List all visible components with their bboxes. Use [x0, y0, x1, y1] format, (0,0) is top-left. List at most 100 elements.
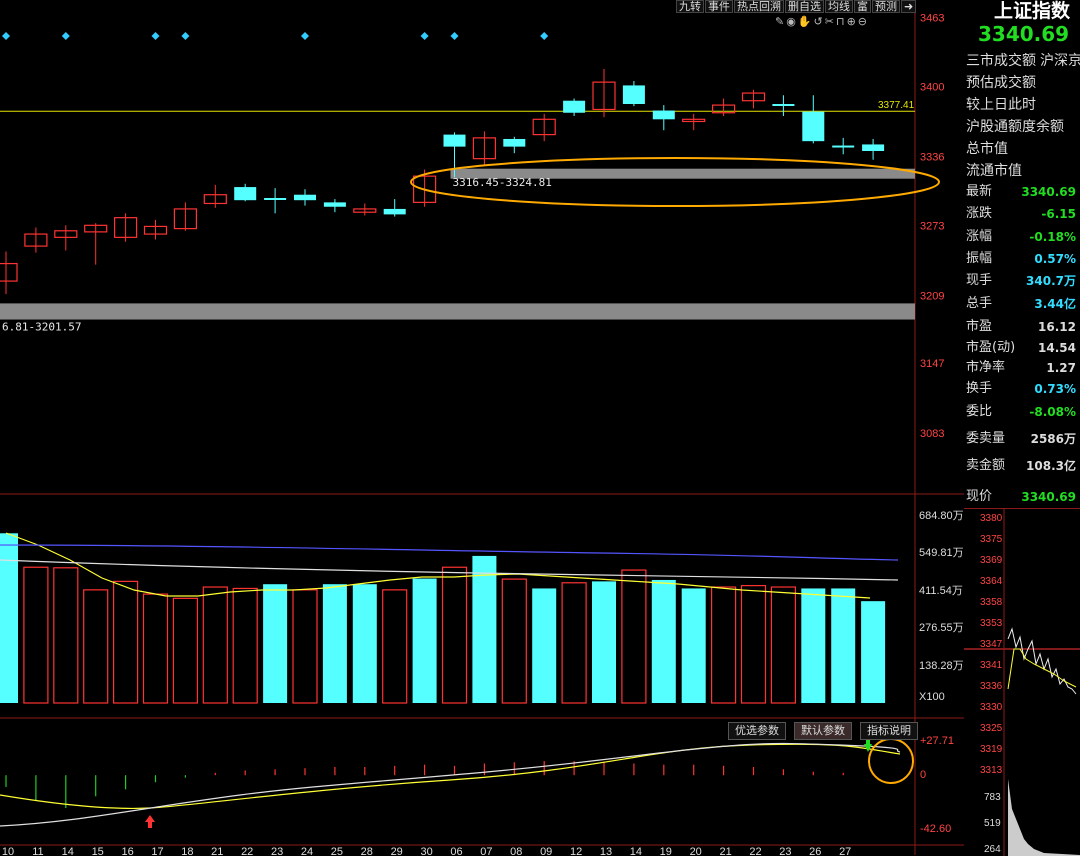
quote-stat-row: 总手 3.44亿 [966, 295, 1078, 313]
quote-stat-value: 0.57% [1034, 252, 1076, 266]
x-axis-label: 14 [630, 846, 642, 855]
x-axis-label: 28 [361, 846, 373, 855]
pen-icon[interactable]: ✎ [775, 15, 786, 28]
quote-stat-label: 市盈 [966, 319, 993, 334]
volume-tick-label: 138.28万 [919, 660, 964, 672]
zoom-out-icon[interactable]: ⊖ [858, 15, 869, 28]
quote-stat-row: 最新 3340.69 [966, 183, 1078, 201]
quote-stat-value: 3340.69 [1021, 185, 1076, 199]
quote-stat-value: -8.08% [1029, 405, 1076, 419]
x-axis-label: 26 [809, 846, 821, 855]
volume-bar [382, 589, 408, 704]
volume-bar [292, 589, 318, 704]
macd-tick-label: -42.60 [920, 823, 951, 835]
sidebar-menu-item[interactable]: 较上日此时 [966, 96, 1078, 114]
zoom-in-icon[interactable]: ⊕ [847, 15, 858, 28]
indicator-help-button[interactable]: 指标说明 [860, 722, 918, 740]
gap-zone [0, 303, 915, 320]
x-axis-label: 21 [719, 846, 731, 855]
volume-bar [621, 569, 647, 704]
volume-bar [202, 586, 228, 704]
sidebar-menu-item[interactable]: 总市值 [966, 140, 1078, 158]
x-axis-label: 14 [62, 846, 74, 855]
quote-stat-row: 振幅 0.57% [966, 250, 1078, 268]
sidebar-menu-item[interactable]: 流通市值 [966, 162, 1078, 180]
sidebar-menu-item[interactable]: 沪深京 [1040, 52, 1080, 70]
volume-bar [801, 588, 826, 703]
buy-arrow-icon [145, 815, 155, 828]
candle-body [443, 134, 466, 147]
toolbar-jiuzhuan[interactable]: 九转 [676, 0, 704, 13]
index-price: 3340.69 [978, 22, 1070, 46]
event-marker-icon [61, 32, 70, 40]
toolbar-events[interactable]: 事件 [705, 0, 733, 13]
eye-icon[interactable]: ◉ [786, 15, 798, 28]
price-tick-label: 3400 [920, 82, 944, 94]
quote-stat-row: 市净率 1.27 [966, 359, 1078, 377]
volume-bar [142, 593, 169, 704]
volume-bar [172, 597, 198, 704]
scissors-icon[interactable]: ✂ [825, 15, 836, 28]
candle-body [264, 198, 287, 200]
quote-stat-value: -6.15 [1041, 207, 1076, 221]
candle-body [772, 104, 795, 106]
default-params-button[interactable]: 默认参数 [794, 722, 852, 740]
toolbar-moving-average[interactable]: 均线 [825, 0, 853, 13]
x-axis-label: 09 [540, 846, 552, 855]
quote-stat-label: 市盈(动) [966, 340, 1016, 355]
undo-icon[interactable]: ↺ [814, 15, 825, 28]
quote-stat-row: 卖金额 108.3亿 [966, 457, 1078, 475]
macd-tick-label: 0 [920, 769, 926, 781]
quote-stat-row: 现手 340.7万 [966, 272, 1078, 290]
quote-stat-label: 涨跌 [966, 206, 993, 221]
x-axis-label: 20 [690, 846, 702, 855]
volume-bar [83, 589, 109, 704]
volume-bar [472, 555, 497, 703]
sidebar-menu-item[interactable]: 沪股通额度余额 [966, 118, 1078, 136]
lock-icon[interactable]: ⊓ [836, 15, 847, 28]
x-axis-label: 24 [301, 846, 313, 855]
optimal-params-button[interactable]: 优选参数 [728, 722, 786, 740]
x-axis-label: 25 [331, 846, 343, 855]
candle-body [0, 262, 18, 282]
toolbar-forecast[interactable]: 预测 [872, 0, 900, 13]
price-tick-label: 3147 [920, 358, 944, 370]
quote-stat-value: 3.44亿 [1034, 297, 1076, 311]
toolbar-remove-watchlist[interactable]: 删自选 [785, 0, 824, 13]
x-axis-label: 12 [570, 846, 582, 855]
quote-stat-row: 涨幅 -0.18% [966, 228, 1078, 246]
exit-icon[interactable]: ➜ [901, 0, 917, 13]
toolbar-window[interactable]: 富 [854, 0, 871, 13]
sidebar-menu-item[interactable]: 预估成交额 [966, 74, 1078, 92]
volume-bar [592, 581, 616, 703]
quote-stat-row: 委比 -8.08% [966, 403, 1078, 421]
volume-bar [53, 567, 79, 704]
quote-stat-row: 现价 3340.69 [966, 488, 1078, 506]
sell-arrow-icon [864, 738, 872, 752]
quote-stat-label: 最新 [966, 184, 993, 199]
mini-intraday-chart [964, 509, 1080, 856]
event-marker-icon [540, 32, 549, 40]
quote-stat-value: 14.54 [1038, 341, 1076, 355]
candle-body [802, 111, 825, 142]
volume-ma-yellow [5, 532, 871, 599]
event-marker-icon [420, 32, 429, 40]
quote-stat-value: 16.12 [1038, 320, 1076, 334]
quote-stat-label: 换手 [966, 381, 993, 396]
volume-bar [651, 579, 676, 703]
reference-line-label: 3377.41 [878, 100, 915, 111]
event-marker-icon [450, 32, 459, 40]
quote-stat-value: -0.18% [1029, 230, 1076, 244]
x-axis-label: 27 [839, 846, 851, 855]
candle-body [294, 194, 316, 201]
quote-stat-value: 2586万 [1030, 432, 1076, 446]
hand-icon[interactable]: ✋ [798, 15, 814, 28]
volume-bar [681, 588, 706, 703]
toolbar-hotspot-replay[interactable]: 热点回溯 [734, 0, 784, 13]
x-axis-label: 06 [450, 846, 462, 855]
x-axis-label: 11 [32, 846, 43, 855]
x-axis-label: 23 [271, 846, 283, 855]
index-title: 上证指数 [994, 0, 1071, 22]
volume-bar [532, 588, 557, 703]
x-axis-label: 13 [600, 846, 612, 855]
